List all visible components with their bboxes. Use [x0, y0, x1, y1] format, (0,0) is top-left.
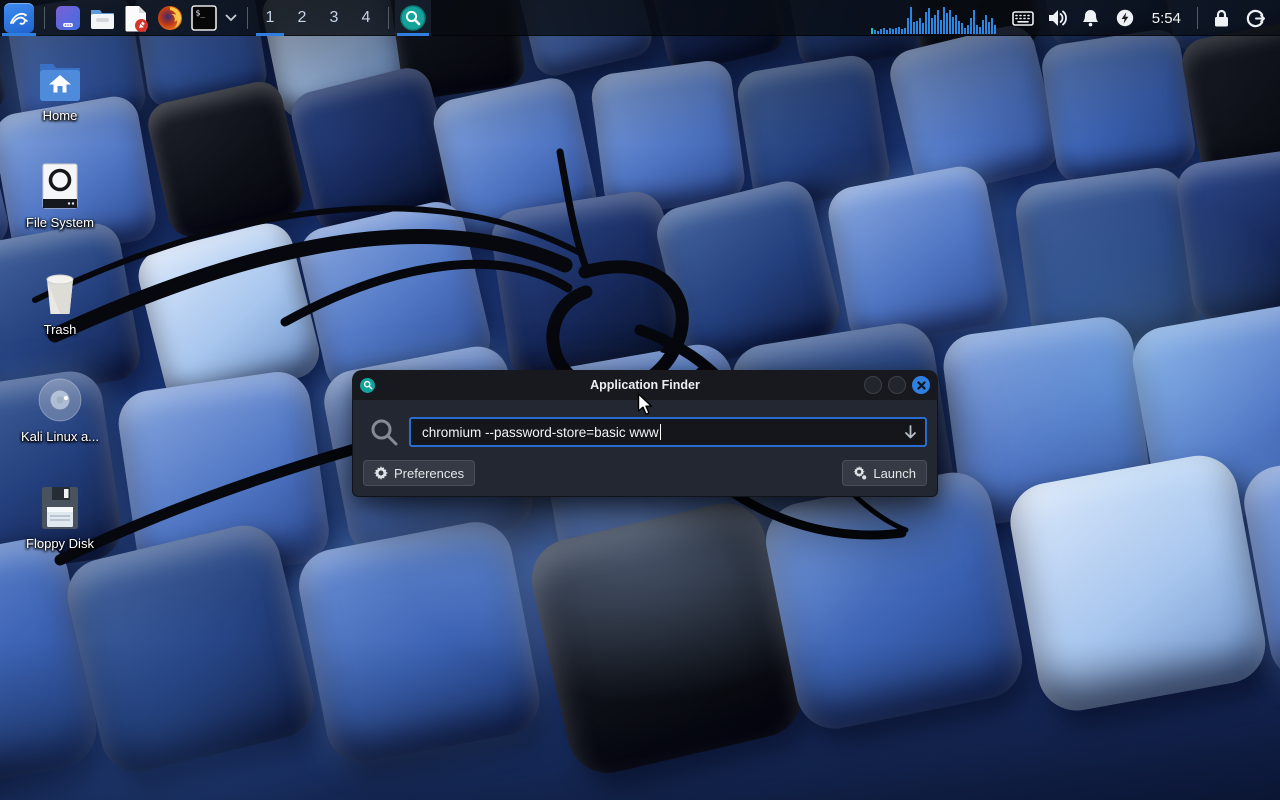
- desktop-icon-label: Home: [12, 108, 108, 123]
- chevron-down-icon: [225, 14, 237, 22]
- history-dropdown-button[interactable]: [904, 425, 917, 439]
- clock[interactable]: 5:54: [1142, 0, 1191, 36]
- gear-icon: [374, 466, 388, 480]
- dashboard-launcher[interactable]: [51, 0, 85, 36]
- app-finder-window-icon: [360, 378, 375, 393]
- preferences-button[interactable]: Preferences: [363, 460, 475, 486]
- desktop-icon-label: File System: [12, 215, 108, 230]
- document-edit-icon: [123, 5, 149, 32]
- search-icon: [369, 417, 399, 447]
- workspace-4-button[interactable]: 4: [350, 0, 382, 36]
- application-finder-window: Application Finder chromium --password-s…: [352, 370, 938, 497]
- power-manager[interactable]: [1108, 0, 1142, 36]
- panel-spacer: [431, 0, 871, 35]
- text-caret: [660, 424, 661, 440]
- lock-icon: [1213, 9, 1230, 28]
- folder-icon: [89, 6, 116, 30]
- workspace-label: 2: [298, 9, 307, 27]
- applications-menu-button[interactable]: [0, 0, 38, 36]
- panel-separator: [44, 7, 45, 29]
- web-browser-launcher[interactable]: [153, 0, 187, 36]
- volume-icon: [1047, 9, 1067, 27]
- svg-text:$_: $_: [196, 9, 206, 18]
- panel-padding: [1272, 0, 1280, 35]
- launch-label: Launch: [873, 466, 916, 481]
- kali-dragon-icon: [4, 3, 34, 33]
- cpu-graph[interactable]: [871, 4, 996, 34]
- desktop-icon-file-system[interactable]: File System: [12, 157, 108, 230]
- home-folder-icon: [37, 60, 83, 102]
- desktop-icon-floppy[interactable]: Floppy Disk: [12, 478, 108, 551]
- close-icon: [917, 381, 926, 390]
- logout-button[interactable]: [1238, 0, 1272, 36]
- top-panel: $_ 1 2 3 4: [0, 0, 1280, 36]
- minimize-button[interactable]: [864, 376, 882, 394]
- power-manager-icon: [1116, 9, 1134, 27]
- clock-time: 5:54: [1152, 10, 1181, 27]
- text-editor-launcher[interactable]: [119, 0, 153, 36]
- command-text: chromium --password-store=basic www: [422, 425, 659, 440]
- preferences-label: Preferences: [394, 466, 464, 481]
- panel-separator: [1197, 7, 1198, 29]
- terminal-icon: $_: [191, 5, 217, 31]
- desktop-icon-label: Floppy Disk: [12, 536, 108, 551]
- terminal-dropdown-button[interactable]: [221, 0, 241, 36]
- arrow-down-icon: [904, 425, 917, 439]
- dashboard-icon: [55, 5, 81, 31]
- panel-separator: [247, 7, 248, 29]
- file-manager-launcher[interactable]: [85, 0, 119, 36]
- desktop-icon-home[interactable]: Home: [12, 50, 108, 123]
- kali-disc-icon: [37, 377, 83, 423]
- desktop-icon-kali-cd[interactable]: Kali Linux a...: [12, 371, 108, 444]
- lock-screen-button[interactable]: [1204, 0, 1238, 36]
- workspace-1-button[interactable]: 1: [254, 0, 286, 36]
- run-gear-icon: [853, 466, 867, 480]
- workspace-label: 3: [330, 9, 339, 27]
- workspace-2-button[interactable]: 2: [286, 0, 318, 36]
- window-title: Application Finder: [352, 378, 938, 392]
- terminal-launcher[interactable]: $_: [187, 0, 221, 36]
- volume-control[interactable]: [1040, 0, 1074, 36]
- launch-button[interactable]: Launch: [842, 460, 927, 486]
- floppy-disk-icon: [39, 486, 81, 530]
- firefox-icon: [157, 5, 183, 31]
- notifications[interactable]: [1074, 0, 1108, 36]
- notifications-bell-icon: [1082, 9, 1099, 27]
- desktop-icon-label: Kali Linux a...: [12, 429, 108, 444]
- desktop-icon-label: Trash: [12, 322, 108, 337]
- filesystem-drive-icon: [40, 163, 80, 209]
- close-button[interactable]: [912, 376, 930, 394]
- logout-icon: [1246, 9, 1265, 28]
- workspace-3-button[interactable]: 3: [318, 0, 350, 36]
- trash-icon: [39, 272, 81, 316]
- mouse-cursor: [637, 393, 657, 416]
- keyboard-indicator[interactable]: [1006, 0, 1040, 36]
- keyboard-icon: [1012, 11, 1034, 26]
- desktop-icon-trash[interactable]: Trash: [12, 264, 108, 337]
- command-input[interactable]: chromium --password-store=basic www: [409, 417, 927, 447]
- app-finder-icon: [400, 5, 426, 31]
- maximize-button[interactable]: [888, 376, 906, 394]
- workspace-label: 1: [266, 9, 275, 27]
- application-finder-taskbar-button[interactable]: [395, 0, 431, 36]
- desktop-screen: $_ 1 2 3 4: [0, 0, 1280, 800]
- panel-separator: [388, 7, 389, 29]
- workspace-label: 4: [362, 9, 371, 27]
